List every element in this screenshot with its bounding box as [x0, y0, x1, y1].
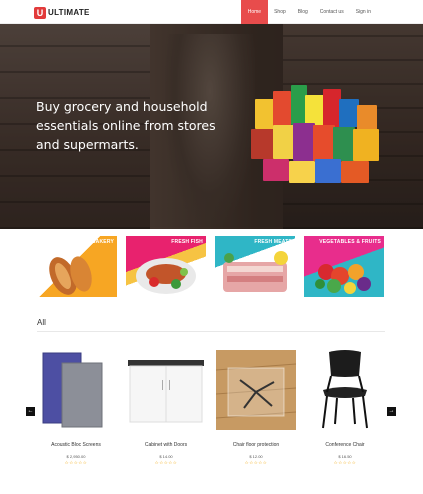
acoustic-screen-image	[42, 352, 103, 428]
brand-name: ULTIMATE	[48, 8, 90, 17]
grocery-products-image	[247, 81, 385, 196]
product-card[interactable]: Acoustic Bloc Screens $ 2,950.00 ☆☆☆☆☆	[36, 350, 116, 465]
meat-image	[223, 251, 288, 292]
product-price: $ 2,950.00	[66, 454, 86, 459]
section-title: All	[37, 318, 46, 327]
fish-dish-image	[136, 258, 196, 294]
rating-stars-icon: ☆☆☆☆☆	[333, 460, 357, 465]
product-name[interactable]: Conference Chair	[305, 442, 385, 448]
hero-banner: Buy grocery and household essentials onl…	[0, 24, 423, 229]
site-header: U ULTIMATE Home Shop Blog Contact us Sig…	[0, 0, 423, 24]
section-divider	[37, 331, 385, 332]
nav-sign-in[interactable]: Sign in	[350, 0, 377, 24]
category-fresh-meats[interactable]: FRESH MEATS	[215, 236, 295, 297]
chair-floor-protection-image	[215, 350, 297, 430]
nav-home[interactable]: Home	[240, 0, 269, 24]
vegetables-image	[315, 264, 371, 294]
carousel-prev-button[interactable]: ←	[26, 407, 35, 416]
conference-chair-image	[322, 350, 368, 429]
product-price: $ 12.00	[249, 454, 263, 459]
arrow-right-icon: →	[388, 408, 395, 414]
product-price: $ 14.00	[159, 454, 173, 459]
category-fresh-fish[interactable]: FRESH FISH	[126, 236, 206, 297]
product-image[interactable]	[305, 350, 385, 430]
product-image[interactable]	[126, 350, 206, 430]
brand-logo[interactable]: U ULTIMATE	[34, 6, 90, 19]
product-price: $ 16.50	[338, 454, 352, 459]
product-card[interactable]: Chair floor protection $ 12.00 ☆☆☆☆☆	[215, 350, 297, 465]
arrow-left-icon: ←	[27, 408, 34, 414]
product-card[interactable]: Conference Chair $ 16.50 ☆☆☆☆☆	[305, 350, 385, 465]
hero-headline: Buy grocery and household essentials onl…	[36, 99, 216, 152]
rating-stars-icon: ☆☆☆☆☆	[64, 460, 88, 465]
product-image[interactable]	[215, 350, 297, 430]
carousel-next-button[interactable]: →	[387, 407, 396, 416]
product-name[interactable]: Chair floor protection	[216, 442, 296, 448]
rating-stars-icon: ☆☆☆☆☆	[154, 460, 178, 465]
cabinet-image	[128, 360, 204, 423]
product-card[interactable]: Cabinet with Doors $ 14.00 ☆☆☆☆☆	[126, 350, 206, 465]
logo-icon: U	[34, 6, 46, 19]
rating-stars-icon: ☆☆☆☆☆	[244, 460, 268, 465]
product-image[interactable]	[36, 350, 116, 430]
category-vegetables-fruits[interactable]: VEGETABLES & FRUITS	[304, 236, 384, 297]
bread-image	[49, 256, 92, 295]
nav-blog[interactable]: Blog	[292, 0, 314, 24]
product-name[interactable]: Acoustic Bloc Screens	[36, 442, 116, 448]
product-name[interactable]: Cabinet with Doors	[126, 442, 206, 448]
nav-shop[interactable]: Shop	[268, 0, 292, 24]
category-banners: BREAD & BAKERY FRESH FISH FRESH MEATS VE…	[37, 236, 385, 297]
main-nav: Home Shop Blog Contact us Sign in	[240, 0, 377, 24]
category-bread-bakery[interactable]: BREAD & BAKERY	[37, 236, 117, 297]
nav-contact-us[interactable]: Contact us	[314, 0, 350, 24]
